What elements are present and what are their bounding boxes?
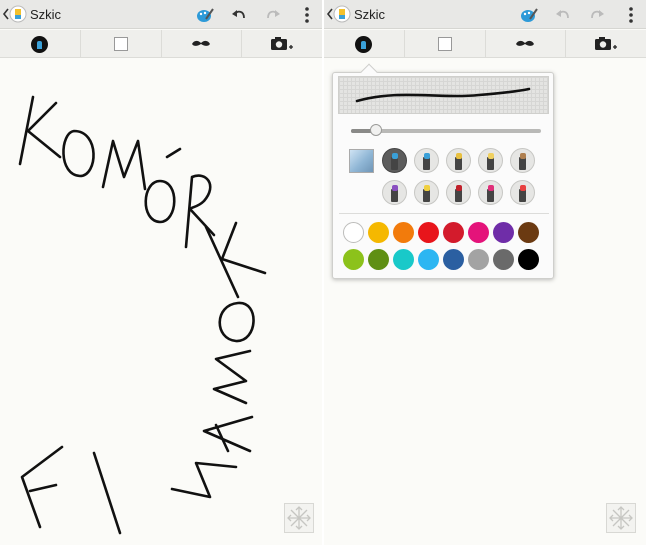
fit-to-screen-button[interactable] <box>606 503 636 533</box>
eraser-icon <box>437 37 452 51</box>
sketch-app-icon[interactable] <box>9 5 27 23</box>
color-swatch[interactable] <box>518 249 539 270</box>
color-swatch[interactable] <box>343 222 364 243</box>
stamp-tool-button[interactable] <box>486 30 567 58</box>
color-swatch[interactable] <box>343 249 364 270</box>
stamp-tool-button[interactable] <box>162 30 243 58</box>
pen-size-slider-knob[interactable] <box>369 124 382 136</box>
chalk-pen-button[interactable] <box>478 148 503 173</box>
lipstick-pen-button[interactable] <box>478 180 503 205</box>
app-title: Szkic <box>354 7 386 22</box>
pencil-icon <box>455 153 462 159</box>
popup-separator <box>339 213 549 214</box>
sparkle-pen-button[interactable] <box>414 180 439 205</box>
handwritten-sketch <box>18 95 267 535</box>
tool-strip <box>0 30 322 58</box>
highlighter-pen-button[interactable] <box>414 148 439 173</box>
fit-to-screen-button[interactable] <box>284 503 314 533</box>
tool-strip <box>324 30 646 58</box>
stroke-preview <box>338 76 549 114</box>
pen-icon <box>355 35 373 53</box>
move-arrows-icon <box>609 506 633 530</box>
lipstick-pen-icon <box>487 185 494 191</box>
sketch-app-icon[interactable] <box>333 5 351 23</box>
marker-pen-button[interactable] <box>382 148 407 173</box>
pen-tool-button[interactable] <box>324 30 405 58</box>
app-title: Szkic <box>30 7 62 22</box>
pen-types-row-1 <box>382 148 535 173</box>
eraser-icon <box>113 37 128 51</box>
left-screen: Szkic KOMÓRKOMANIA <box>0 0 322 545</box>
action-bar: Szkic <box>0 0 322 29</box>
color-swatch[interactable] <box>443 249 464 270</box>
pen-tool-button[interactable] <box>0 30 81 58</box>
redo-button[interactable] <box>586 4 608 26</box>
right-screen: Szkic <box>324 0 646 545</box>
color-swatch[interactable] <box>493 249 514 270</box>
undo-button[interactable] <box>552 4 574 26</box>
color-swatch[interactable] <box>418 222 439 243</box>
mustache-icon <box>516 40 535 46</box>
camera-tool-button[interactable] <box>566 30 646 58</box>
camera-add-icon <box>271 37 294 50</box>
palette-icon <box>197 8 214 22</box>
brush-pen-button[interactable] <box>510 148 535 173</box>
redo-icon <box>267 10 280 19</box>
color-swatch[interactable] <box>368 222 389 243</box>
heart-pen-button[interactable] <box>446 180 471 205</box>
palette-icon <box>521 8 538 22</box>
color-swatch[interactable] <box>418 249 439 270</box>
undo-button[interactable] <box>228 4 250 26</box>
redo-button[interactable] <box>262 4 284 26</box>
color-swatch[interactable] <box>468 249 489 270</box>
marker-pen-icon <box>391 153 398 159</box>
eraser-tool-button[interactable] <box>81 30 162 58</box>
rainbow-pen-icon <box>519 185 526 191</box>
spray-pen-button[interactable] <box>382 180 407 205</box>
undo-icon <box>232 10 245 19</box>
overflow-menu-button[interactable] <box>296 4 318 26</box>
color-swatch[interactable] <box>493 222 514 243</box>
pen-settings-popup <box>332 63 554 279</box>
redo-icon <box>591 10 604 19</box>
palette-button[interactable] <box>518 4 540 26</box>
color-swatch[interactable] <box>518 222 539 243</box>
color-swatch[interactable] <box>368 249 389 270</box>
mustache-icon <box>192 40 211 46</box>
color-palette <box>343 222 539 270</box>
pen-icon <box>31 35 49 53</box>
highlighter-pen-icon <box>423 153 430 159</box>
heart-pen-icon <box>455 185 462 191</box>
pen-types-row-2 <box>382 180 535 205</box>
drawing-canvas[interactable]: KOMÓRKOMANIA <box>0 59 322 545</box>
action-bar: Szkic <box>324 0 646 29</box>
overflow-menu-icon <box>305 7 309 23</box>
sparkle-pen-icon <box>423 185 430 191</box>
color-swatch[interactable] <box>468 222 489 243</box>
camera-add-icon <box>595 37 618 50</box>
stroke-sample <box>355 87 531 103</box>
eraser-tool-button[interactable] <box>405 30 486 58</box>
undo-icon <box>556 10 569 19</box>
overflow-menu-icon <box>629 7 633 23</box>
overflow-menu-button[interactable] <box>620 4 642 26</box>
rainbow-pen-button[interactable] <box>510 180 535 205</box>
camera-tool-button[interactable] <box>242 30 322 58</box>
chalk-pen-icon <box>487 153 494 159</box>
pen-size-slider[interactable] <box>351 124 541 136</box>
color-swatch[interactable] <box>393 249 414 270</box>
pencil-button[interactable] <box>446 148 471 173</box>
color-swatch[interactable] <box>443 222 464 243</box>
brush-pen-icon <box>519 153 526 159</box>
eraser-pen-button[interactable] <box>349 149 374 173</box>
spray-pen-icon <box>391 185 398 191</box>
palette-button[interactable] <box>194 4 216 26</box>
color-swatch[interactable] <box>393 222 414 243</box>
move-arrows-icon <box>287 506 311 530</box>
